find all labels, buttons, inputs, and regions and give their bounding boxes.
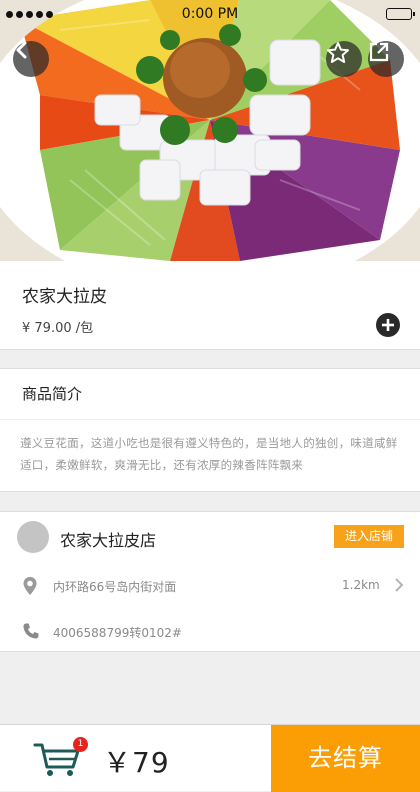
phone-icon — [23, 623, 39, 639]
location-pin-icon — [23, 577, 37, 595]
add-to-cart-button[interactable] — [376, 313, 400, 337]
cart-total: ￥79 — [103, 746, 170, 779]
product-name: 农家大拉皮 — [22, 287, 107, 307]
chevron-left-icon — [16, 41, 27, 59]
shop-info: 农家大拉皮店 进入店铺 内环路66号岛内街对面 1.2km 4006588799… — [0, 511, 420, 652]
product-intro: 商品简介 遵义豆花面，这道小吃也是很有遵义特色的，是当地人的独创，味道咸鲜适口，… — [0, 368, 420, 492]
enter-shop-button[interactable]: 进入店铺 — [334, 525, 404, 548]
intro-title: 商品简介 — [0, 369, 420, 420]
product-price: ¥ 79.00 /包 — [22, 321, 94, 336]
share-icon — [369, 42, 389, 62]
bottom-bar: 1 ￥79 去结算 — [0, 724, 420, 792]
shop-address: 内环路66号岛内街对面 — [53, 580, 177, 594]
status-time: 0:00 PM — [181, 6, 239, 22]
favorite-button[interactable] — [326, 41, 362, 77]
checkout-button[interactable]: 去结算 — [271, 725, 420, 792]
cart-count-badge: 1 — [73, 737, 88, 752]
dish-illustration — [0, 0, 420, 261]
share-button[interactable] — [368, 41, 404, 77]
shop-name: 农家大拉皮店 — [60, 531, 157, 550]
shop-phone-row[interactable]: 4006588799转0102# — [0, 617, 420, 647]
back-button[interactable] — [13, 41, 49, 77]
chevron-right-icon — [395, 578, 404, 592]
shop-distance: 1.2km — [342, 578, 380, 592]
product-info: 农家大拉皮 ¥ 79.00 /包 — [0, 261, 420, 350]
star-icon — [327, 42, 349, 63]
plus-icon — [382, 319, 394, 331]
product-hero-image: 0:00 PM — [0, 0, 420, 261]
shop-avatar — [17, 521, 49, 553]
intro-description: 遵义豆花面，这道小吃也是很有遵义特色的，是当地人的独创，味道咸鲜适口，柔嫩鲜软，… — [20, 436, 398, 472]
shop-address-row[interactable]: 内环路66号岛内街对面 1.2km — [0, 571, 420, 601]
shop-phone: 4006588799转0102# — [53, 626, 182, 640]
